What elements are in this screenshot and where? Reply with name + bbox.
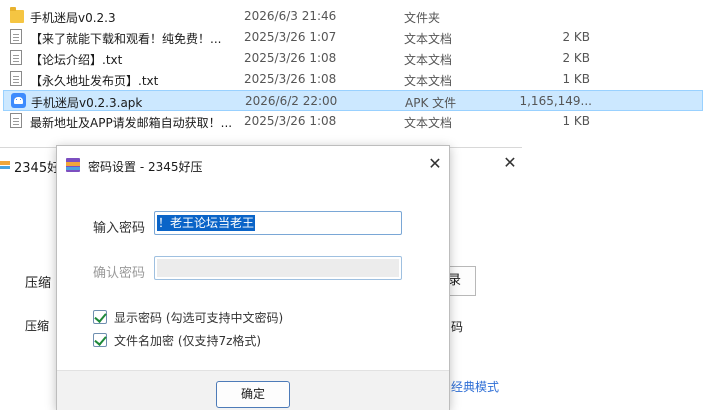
show-password-label: 显示密码 (勾选可支持中文密码) [114, 311, 284, 325]
confirm-password-label: 确认密码 [93, 266, 146, 281]
file-row[interactable]: 【永久地址发布页】.txt 2025/3/26 1:08 文本文档 1 KB [0, 69, 703, 90]
compress-option-label: 压缩 [25, 319, 50, 333]
file-type: 文本文档 [404, 74, 453, 88]
file-date: 2026/6/2 22:00 [245, 94, 338, 108]
app-title: 2345好 [14, 161, 61, 176]
text-file-icon [10, 113, 24, 129]
file-name: 手机迷局v0.2.3.apk [31, 96, 143, 110]
file-name: 手机迷局v0.2.3 [30, 11, 116, 25]
file-row[interactable]: 【论坛介绍】.txt 2025/3/26 1:08 文本文档 2 KB [0, 48, 703, 69]
file-name: 【永久地址发布页】.txt [30, 74, 159, 88]
password-label: 输入密码 [93, 221, 146, 236]
file-date: 2025/3/26 1:08 [244, 51, 337, 65]
file-date: 2026/6/3 21:46 [244, 9, 337, 23]
classic-mode-link[interactable]: 经典模式 [451, 378, 499, 395]
dialog-titlebar: 密码设置 - 2345好压 ✕ [57, 146, 449, 182]
file-row[interactable]: 最新地址及APP请发邮箱自动获取！... 2025/3/26 1:08 文本文档… [0, 111, 703, 132]
close-icon[interactable]: ✕ [500, 153, 520, 173]
file-name: 【论坛介绍】.txt [30, 53, 123, 67]
close-icon[interactable]: ✕ [425, 154, 445, 174]
file-name: 【来了就能下载和观看！纯免费！... [30, 32, 222, 46]
confirm-password-input[interactable] [154, 256, 402, 280]
compress-label: 压缩 [25, 276, 52, 291]
file-type: 文本文档 [404, 116, 453, 130]
file-list: 手机迷局v0.2.3 2026/6/3 21:46 文件夹 【来了就能下载和观看… [0, 0, 703, 140]
encrypt-filenames-checkbox[interactable] [93, 333, 107, 347]
file-row[interactable]: 【来了就能下载和观看！纯免费！... 2025/3/26 1:07 文本文档 2… [0, 27, 703, 48]
apk-icon [11, 93, 26, 109]
file-size: 1,165,149... [519, 94, 592, 108]
text-file-icon [10, 50, 24, 66]
file-date: 2025/3/26 1:07 [244, 30, 337, 44]
file-size: 2 KB [562, 51, 590, 65]
file-name: 最新地址及APP请发邮箱自动获取！... [30, 116, 233, 130]
file-row[interactable]: 手机迷局v0.2.3 2026/6/3 21:46 文件夹 [0, 6, 703, 27]
ok-button[interactable]: 确定 [216, 381, 290, 408]
text-file-icon [10, 29, 24, 45]
file-date: 2025/3/26 1:08 [244, 114, 337, 128]
text-file-icon [10, 71, 24, 87]
file-type: 文本文档 [404, 53, 453, 67]
password-dialog: 密码设置 - 2345好压 ✕ 输入密码 ！老王论坛当老王 确认密码 显示密码 … [56, 145, 450, 410]
file-type: 文件夹 [404, 11, 441, 25]
file-size: 1 KB [562, 114, 590, 128]
encrypt-filenames-label: 文件名加密 (仅支持7z格式) [114, 334, 262, 348]
password-value: ！老王论坛当老王 [157, 215, 256, 231]
password-input[interactable]: ！老王论坛当老王 [154, 211, 402, 235]
dialog-title: 密码设置 - 2345好压 [88, 160, 203, 174]
file-type: 文本文档 [404, 32, 453, 46]
file-size: 1 KB [562, 72, 590, 86]
file-type: APK 文件 [405, 96, 457, 110]
file-row-selected[interactable]: 手机迷局v0.2.3.apk 2026/6/2 22:00 APK 文件 1,1… [3, 90, 703, 111]
file-size: 2 KB [562, 30, 590, 44]
file-date: 2025/3/26 1:08 [244, 72, 337, 86]
show-password-checkbox[interactable] [93, 310, 107, 324]
folder-icon [10, 7, 24, 24]
app-logo-icon [66, 158, 80, 172]
password-option-text: 码 [451, 320, 464, 334]
